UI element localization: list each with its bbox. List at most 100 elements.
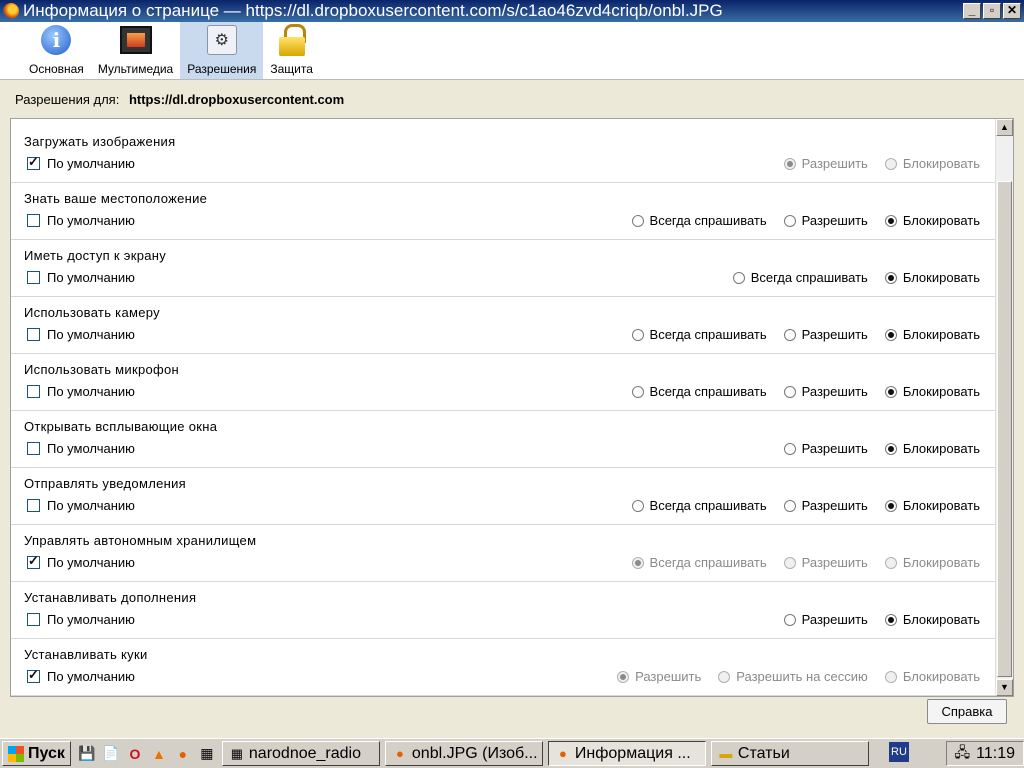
default-checkbox-field[interactable]: По умолчанию: [27, 553, 135, 570]
radio-option[interactable]: Разрешить: [783, 612, 868, 627]
default-checkbox[interactable]: [27, 553, 40, 569]
opera-icon[interactable]: O: [125, 744, 145, 764]
radio-button[interactable]: [631, 214, 644, 227]
avast-icon[interactable]: ▲: [149, 744, 169, 764]
radio-option[interactable]: Разрешить: [783, 213, 868, 228]
tab-media[interactable]: Мультимедиа: [91, 22, 180, 79]
permission-row: Устанавливать кукиПо умолчаниюРазрешитьР…: [11, 639, 996, 696]
scroll-up-button[interactable]: ▲: [996, 119, 1013, 136]
tab-general[interactable]: i Основная: [22, 22, 91, 79]
radio-label: Блокировать: [902, 498, 980, 513]
radio-label: Разрешить: [801, 555, 868, 570]
default-checkbox[interactable]: [27, 442, 40, 455]
radio-button[interactable]: [732, 271, 745, 284]
permission-title: Управлять автономным хранилищем: [24, 533, 257, 548]
radio-button[interactable]: [783, 613, 796, 626]
radio-button[interactable]: [783, 328, 796, 341]
radio-button[interactable]: [884, 442, 897, 455]
radio-option[interactable]: Всегда спрашивать: [631, 213, 767, 228]
permission-options: Всегда спрашивать Разрешить Блокировать: [631, 555, 980, 570]
minimize-button[interactable]: _: [963, 3, 981, 19]
default-checkbox[interactable]: [27, 385, 40, 398]
default-checkbox[interactable]: [27, 613, 40, 626]
radio-option[interactable]: Разрешить: [783, 441, 868, 456]
radio-option[interactable]: Всегда спрашивать: [631, 384, 767, 399]
task-label: Статьи: [737, 744, 790, 762]
radio-option: Разрешить: [783, 555, 868, 570]
default-checkbox[interactable]: [27, 499, 40, 512]
radio-option[interactable]: Всегда спрашивать: [732, 270, 868, 285]
radio-option[interactable]: Всегда спрашивать: [631, 327, 767, 342]
radio-option[interactable]: Разрешить: [783, 384, 868, 399]
language-indicator[interactable]: RU: [889, 742, 909, 762]
radio-label: Блокировать: [902, 384, 980, 399]
radio-option[interactable]: Блокировать: [884, 213, 980, 228]
permission-title: Устанавливать дополнения: [24, 590, 197, 605]
radio-option[interactable]: Блокировать: [884, 327, 980, 342]
taskbar: Пуск 💾 📄 O ▲ ● ▦ ▦ narodnoe_radio ● onbl…: [0, 738, 1024, 768]
scroll-down-button[interactable]: ▼: [996, 679, 1013, 696]
task-articles[interactable]: ▬ Статьи: [710, 741, 869, 766]
radio-option[interactable]: Разрешить: [783, 327, 868, 342]
scrollbar-thumb[interactable]: [997, 181, 1012, 677]
radio-button: [631, 556, 644, 569]
default-checkbox[interactable]: [27, 328, 40, 341]
permission-options: Всегда спрашивать Разрешить Блокировать: [631, 213, 980, 228]
restore-button[interactable]: ▫: [983, 3, 1001, 19]
tab-security[interactable]: Защита: [263, 22, 320, 79]
radio-button[interactable]: [884, 613, 897, 626]
default-label: По умолчанию: [47, 270, 135, 285]
radio-option[interactable]: Блокировать: [884, 498, 980, 513]
task-onbl-jpg[interactable]: ● onbl.JPG (Изоб...: [384, 741, 543, 766]
help-button[interactable]: Справка: [927, 699, 1007, 724]
radio-label: Всегда спрашивать: [649, 213, 767, 228]
default-checkbox-field[interactable]: По умолчанию: [27, 384, 135, 399]
radio-button[interactable]: [884, 214, 897, 227]
film-quick-icon[interactable]: ▦: [197, 744, 217, 764]
radio-button[interactable]: [884, 385, 897, 398]
radio-button[interactable]: [884, 499, 897, 512]
radio-button[interactable]: [884, 328, 897, 341]
save-icon[interactable]: 💾: [77, 744, 97, 764]
network-icon[interactable]: 🖧: [955, 742, 971, 766]
default-checkbox-field[interactable]: По умолчанию: [27, 612, 135, 627]
permission-row: Управлять автономным хранилищем По умолча…: [11, 525, 996, 582]
radio-button[interactable]: [783, 385, 796, 398]
radio-option[interactable]: Всегда спрашивать: [631, 498, 767, 513]
radio-button[interactable]: [631, 499, 644, 512]
default-checkbox-field[interactable]: По умолчанию: [27, 154, 135, 171]
radio-button[interactable]: [783, 214, 796, 227]
radio-label: Блокировать: [902, 555, 980, 570]
start-button[interactable]: Пуск: [2, 741, 71, 766]
radio-option[interactable]: Блокировать: [884, 270, 980, 285]
permissions-list[interactable]: Загружать изображения По умолчанию Разреши…: [10, 118, 1014, 697]
tab-permissions[interactable]: ⚙ Разрешения: [180, 22, 264, 79]
scrollbar[interactable]: ▲ ▼: [995, 119, 1013, 696]
radio-option[interactable]: Блокировать: [884, 612, 980, 627]
radio-button[interactable]: [631, 385, 644, 398]
close-button[interactable]: ✕: [1003, 3, 1021, 19]
default-checkbox[interactable]: [27, 154, 40, 170]
default-checkbox-field[interactable]: По умолчанию: [27, 270, 135, 285]
default-checkbox[interactable]: [27, 214, 40, 227]
default-checkbox-field[interactable]: По умолчанию: [27, 498, 135, 513]
task-page-info[interactable]: ● Информация ...: [547, 741, 706, 766]
default-checkbox-field[interactable]: По умолчанию: [27, 213, 135, 228]
firefox-quick-icon[interactable]: ●: [173, 744, 193, 764]
radio-option[interactable]: Разрешить: [783, 498, 868, 513]
default-checkbox[interactable]: [27, 667, 40, 683]
radio-button[interactable]: [783, 499, 796, 512]
radio-label: Разрешить: [801, 327, 868, 342]
default-checkbox-field[interactable]: По умолчанию: [27, 667, 135, 684]
task-narodnoe-radio[interactable]: ▦ narodnoe_radio: [221, 741, 380, 766]
default-checkbox-field[interactable]: По умолчанию: [27, 441, 135, 456]
radio-option[interactable]: Блокировать: [884, 441, 980, 456]
radio-option[interactable]: Блокировать: [884, 384, 980, 399]
radio-button[interactable]: [631, 328, 644, 341]
radio-button[interactable]: [783, 442, 796, 455]
default-checkbox[interactable]: [27, 271, 40, 284]
radio-label: Блокировать: [902, 612, 980, 627]
notepad-icon[interactable]: 📄: [101, 744, 121, 764]
default-checkbox-field[interactable]: По умолчанию: [27, 327, 135, 342]
radio-button[interactable]: [884, 271, 897, 284]
